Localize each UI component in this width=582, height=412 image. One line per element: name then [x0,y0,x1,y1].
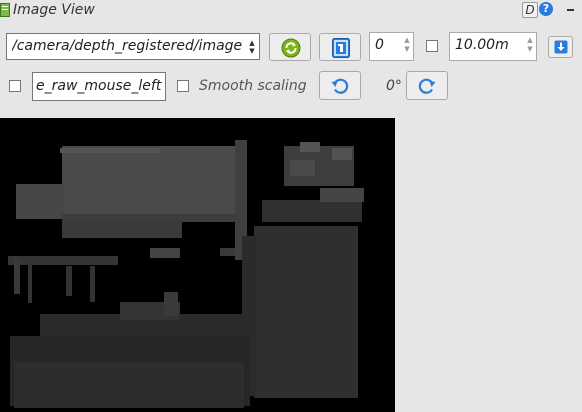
combo-arrows-icon: ▲ ▼ [249,39,255,55]
spin-arrows-icon[interactable]: ▲ ▼ [403,36,411,54]
save-image-icon [332,38,350,58]
download-button[interactable] [548,36,573,58]
rotate-right-button[interactable] [406,71,448,100]
window-icon [0,3,10,17]
depth-image-view[interactable] [0,118,395,412]
rotate-right-icon [418,78,436,94]
minimize-button[interactable] [567,9,574,11]
mouse-topic-input[interactable]: e_raw_mouse_left [32,72,166,101]
save-image-button[interactable] [319,33,361,61]
topic-value: /camera/depth_registered/image [12,38,242,54]
topic-select[interactable]: /camera/depth_registered/image ▲ ▼ [6,33,260,60]
dock-button[interactable]: D [522,2,538,18]
rotate-left-icon [331,78,349,94]
mouse-topic-value: e_raw_mouse_left [36,78,162,94]
mouse-publish-checkbox[interactable] [9,80,21,92]
max-range-checkbox[interactable] [426,40,438,52]
rotate-left-button[interactable] [319,71,361,100]
help-button[interactable]: ? [539,2,553,16]
download-icon [554,40,568,54]
rotation-label: 0° [386,78,402,94]
window-title: Image View [13,2,95,18]
smooth-scaling-label: Smooth scaling [199,78,307,94]
depth-image [0,118,395,412]
refresh-icon [281,38,301,58]
refresh-topics-button[interactable] [269,33,311,61]
title-bar: Image View D ? [0,0,582,22]
smooth-scaling-checkbox[interactable] [177,80,189,92]
max-range-value: 10.00m [455,37,509,53]
max-range-spinbox[interactable]: 10.00m ▲ ▼ [449,32,537,61]
rotation-spinbox[interactable]: 0 ▲ ▼ [369,32,414,61]
spin-arrows-icon[interactable]: ▲ ▼ [526,36,534,54]
rotation-spinbox-value: 0 [375,37,384,53]
